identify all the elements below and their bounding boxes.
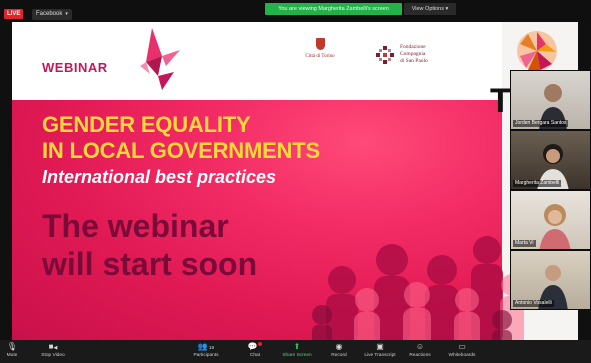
chat-unread-dot (258, 342, 263, 346)
record-label: Record (331, 353, 347, 358)
participant-name-tag: Jorden Bergara Santos (513, 120, 569, 127)
city-crest-icon (315, 38, 325, 50)
chat-icon: 💬 (244, 342, 266, 352)
participant-person-image (539, 204, 571, 249)
reactions-label: Reactions (409, 353, 431, 358)
stop-video-label: Stop Video (41, 353, 65, 358)
participant-video-tile[interactable]: Antonio Vosalelli (510, 250, 591, 310)
live-platform-dropdown[interactable]: Facebook ▾ (32, 9, 72, 20)
zoom-meeting-window: LIVE Facebook ▾ You are viewing Margherit… (0, 0, 591, 363)
chevron-down-icon: ▾ (65, 11, 68, 17)
chat-label: Chat (249, 353, 261, 358)
live-transcript-label: Live Transcript (364, 353, 396, 358)
foundation-name-line-1: Fondazione (400, 44, 426, 50)
microphone-icon: 🎙 (6, 342, 18, 351)
mute-label: Mute (6, 353, 18, 358)
webinar-label: WEBINAR (42, 60, 108, 75)
mute-button[interactable]: 🎙 Mute (2, 342, 22, 362)
start-message-line-1: The webinar (42, 208, 229, 244)
chat-button[interactable]: 💬 Chat (244, 342, 266, 362)
whiteboard-icon: ▭ (458, 342, 466, 351)
participant-name-tag: Marta Vi (513, 240, 536, 247)
participants-icon: 👥19 (197, 342, 215, 351)
top-bar: LIVE Facebook ▾ You are viewing Margherit… (0, 0, 591, 22)
whiteboards-button[interactable]: ▭ Whiteboards (444, 342, 480, 362)
chevron-down-icon: ▾ (445, 6, 449, 12)
participant-count: 19 (208, 346, 215, 351)
foundation-logo: Fondazione Compagnia di San Paolo (376, 44, 466, 70)
viewing-screen-banner: You are viewing Margherita Zambelli's sc… (265, 3, 402, 15)
foundation-mark-icon (376, 46, 394, 64)
participant-video-tile[interactable]: Marta Vi (510, 190, 591, 250)
live-platform-label: Facebook (36, 11, 63, 17)
meeting-toolbar: 🎙 Mute ■◀ Stop Video 👥19 Participants 💬 … (0, 340, 591, 363)
live-badge: LIVE (4, 9, 24, 19)
share-screen-icon: ⬆ (293, 342, 301, 351)
foundation-name: Fondazione Compagnia di San Paolo (400, 44, 470, 65)
share-screen-label: Share Screen (282, 353, 312, 358)
video-camera-icon: ■◀ (48, 342, 58, 351)
participant-name-tag: Antonio Vosalelli (513, 300, 554, 307)
participant-video-tile[interactable]: Jorden Bergara Santos (510, 70, 591, 130)
brand-mosaic-logo-icon (517, 31, 557, 71)
stop-video-button[interactable]: ■◀ Stop Video (36, 342, 70, 362)
participants-label: Participants (193, 353, 219, 358)
participant-name-tag: Margherita Zambelli (513, 180, 562, 187)
start-message-line-2: will start soon (42, 246, 258, 282)
whiteboards-label: Whiteboards (448, 353, 476, 358)
brand-letter: T (490, 82, 511, 120)
live-transcript-button[interactable]: ▣ Live Transcript (360, 342, 400, 362)
record-button[interactable]: ◉ Record (328, 342, 350, 362)
star-logo-icon (140, 28, 180, 90)
foundation-name-line-2: Compagnia (400, 51, 426, 57)
reactions-icon: ☺ (415, 342, 425, 351)
city-name: Città di Torino (305, 54, 335, 59)
crowd-silhouette-illustration (312, 236, 524, 340)
foundation-name-line-3: di San Paolo (400, 58, 428, 64)
share-screen-button[interactable]: ⬆ Share Screen (280, 342, 314, 362)
headline-line-1: GENDER EQUALITY (42, 112, 251, 137)
closed-caption-icon: ▣ (376, 342, 384, 351)
view-options-label: View Options (411, 6, 444, 12)
shared-screen: WEBINAR Città di Torino Fondazione Compa… (12, 22, 578, 340)
reactions-button[interactable]: ☺ Reactions (404, 342, 436, 362)
city-of-turin-logo: Città di Torino (302, 38, 338, 59)
view-options-button[interactable]: View Options ▾ (404, 3, 456, 15)
record-icon: ◉ (335, 342, 343, 351)
headline-line-2: IN LOCAL GOVERNMENTS (42, 138, 320, 163)
slide-subheading: International best practices (42, 167, 277, 187)
participants-button[interactable]: 👥19 Participants (186, 342, 226, 362)
participant-video-tile[interactable]: Margherita Zambelli (510, 130, 591, 190)
